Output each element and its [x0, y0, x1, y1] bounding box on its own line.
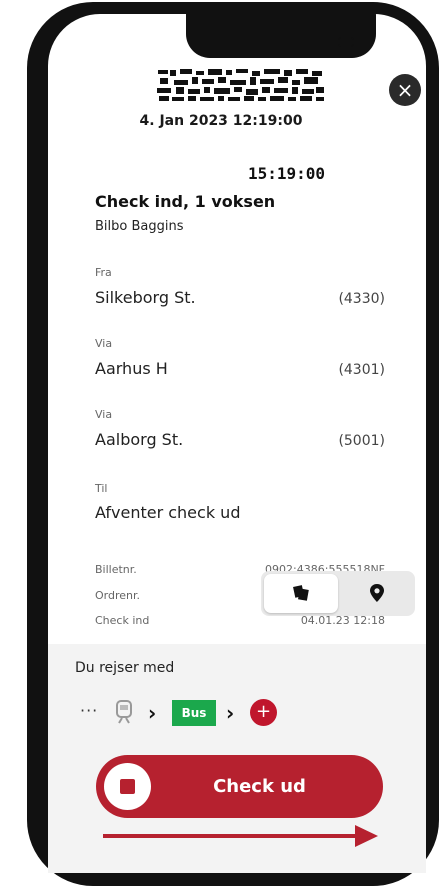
stop-icon	[120, 779, 135, 794]
check-out-label: Check ud	[213, 776, 306, 797]
check-out-button[interactable]: Check ud	[96, 755, 383, 818]
map-pin-icon	[370, 584, 384, 602]
stop-name-from: Silkeborg St.	[95, 288, 196, 307]
stop-name-to: Afventer check ud	[95, 503, 241, 522]
view-toggle	[261, 571, 415, 616]
tab-ticket[interactable]	[264, 574, 338, 613]
signal-icon	[318, 38, 336, 50]
check-out-handle[interactable]	[104, 763, 151, 810]
battery-icon	[338, 37, 354, 47]
stop-name-via-2: Aalborg St.	[95, 430, 184, 449]
stop-code-from: (4330)	[338, 291, 385, 307]
chevron-right-icon: ›	[226, 701, 235, 725]
plus-icon: +	[255, 701, 272, 722]
more-legs[interactable]: ···	[80, 701, 98, 720]
add-leg-button[interactable]: +	[250, 699, 277, 726]
stop-label-via-1: Via	[95, 337, 113, 350]
stop-label-from: Fra	[95, 266, 112, 279]
stop-label-to: Til	[95, 482, 108, 495]
chevron-right-icon: ›	[148, 701, 157, 725]
live-clock: 15:19:00	[248, 164, 326, 183]
stop-name-via-1: Aarhus H	[95, 359, 168, 378]
passenger-name: Bilbo Baggins	[95, 219, 184, 234]
stop-code-via-2: (5001)	[338, 433, 385, 449]
stop-label-via-2: Via	[95, 408, 113, 421]
train-icon	[116, 700, 132, 724]
check-in-label: Check ind	[95, 614, 150, 627]
ticket-number-label: Billetnr.	[95, 563, 137, 576]
close-button[interactable]: ×	[389, 74, 421, 106]
ticket-title: Check ind, 1 voksen	[95, 192, 276, 211]
tickets-icon	[293, 585, 309, 601]
tab-map[interactable]	[340, 574, 414, 613]
stop-code-via-1: (4301)	[338, 362, 385, 378]
ticket-timestamp: 4. Jan 2023 12:19:00	[139, 113, 303, 129]
close-icon: ×	[396, 78, 414, 102]
trip-legs: ··· › Bus › +	[80, 697, 310, 731]
arrow-right-icon	[103, 825, 378, 847]
travel-heading: Du rejser med	[75, 660, 175, 676]
bus-badge: Bus	[172, 700, 216, 726]
status-bar	[318, 36, 360, 50]
order-number-label: Ordrenr.	[95, 589, 140, 602]
qr-code	[156, 68, 326, 102]
